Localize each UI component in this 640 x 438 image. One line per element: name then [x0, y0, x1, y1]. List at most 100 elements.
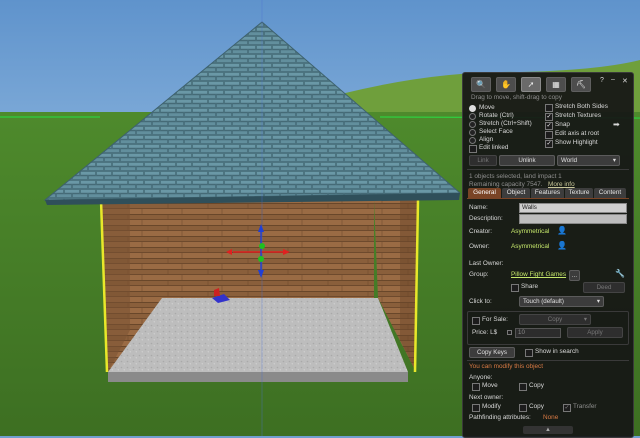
show-highlight-label: Show Highlight: [555, 139, 598, 146]
next-owner-label: Next owner:: [469, 394, 504, 401]
deed-button[interactable]: Deed: [583, 282, 625, 293]
arrow-move-icon: ➚: [527, 80, 535, 89]
mode-stretch-radio[interactable]: [469, 121, 476, 128]
sale-type-dropdown[interactable]: Copy ▾: [519, 314, 591, 325]
tab-content[interactable]: Content: [594, 188, 626, 198]
magnifier-icon: 🔍: [476, 80, 486, 89]
owner-label: Owner:: [469, 243, 490, 250]
tool-land[interactable]: ⛏: [571, 77, 591, 92]
more-info-link[interactable]: More info: [548, 181, 575, 188]
snap-checkbox[interactable]: ✓: [545, 122, 553, 130]
name-field[interactable]: Walls: [519, 203, 627, 213]
chevron-down-icon: ▾: [612, 157, 616, 164]
tab-features[interactable]: Features: [531, 188, 564, 198]
profile-icon[interactable]: 👤: [557, 241, 567, 250]
bulldozer-icon: ⛏: [575, 80, 587, 89]
mode-rotate-radio[interactable]: [469, 113, 476, 120]
pathfinding-label: Pathfinding attributes:: [469, 414, 531, 421]
profile-icon[interactable]: 👤: [557, 226, 567, 235]
close-button[interactable]: ✕: [622, 77, 628, 85]
sale-type-value: Copy: [547, 316, 563, 323]
name-label: Name:: [469, 204, 488, 211]
wrench-icon[interactable]: 🔧: [615, 269, 625, 278]
stretch-textures-checkbox[interactable]: ✓: [545, 113, 553, 121]
snap-label: Snap: [555, 121, 570, 128]
for-sale-checkbox[interactable]: [472, 317, 480, 325]
mode-select-face-label: Select Face: [479, 128, 513, 135]
description-label: Description:: [469, 215, 503, 222]
mode-move-label: Move: [479, 104, 495, 111]
click-action-value: Touch (default): [523, 298, 564, 305]
next-modify-checkbox[interactable]: [472, 404, 480, 412]
hint-text: Drag to move, shift-drag to copy: [471, 94, 562, 101]
tab-texture[interactable]: Texture: [565, 188, 593, 198]
chevron-down-icon: ▾: [583, 316, 587, 323]
owner-name[interactable]: Asymmetrical: [511, 243, 549, 250]
mode-align-radio[interactable]: [469, 137, 476, 144]
remaining-capacity: Remaining capacity 7547.: [469, 181, 543, 188]
apply-button[interactable]: Apply: [567, 327, 623, 338]
mode-move-radio[interactable]: [469, 105, 476, 112]
ruler-value: World: [561, 157, 578, 164]
modify-note: You can modify this object: [469, 363, 544, 370]
click-action-dropdown[interactable]: Touch (default) ▾: [519, 296, 604, 307]
anyone-move-checkbox[interactable]: [472, 383, 480, 391]
help-icon[interactable]: ?: [600, 77, 604, 84]
selection-status: 1 objects selected, land impact 1: [469, 173, 562, 180]
edit-axis-root-checkbox[interactable]: [545, 131, 553, 139]
minimize-button[interactable]: –: [611, 76, 615, 83]
tool-edit[interactable]: ➚: [521, 77, 541, 92]
mode-rotate-label: Rotate (Ctrl): [479, 112, 514, 119]
anyone-label: Anyone:: [469, 374, 493, 381]
last-owner-label: Last Owner:: [469, 260, 504, 267]
next-transfer-checkbox[interactable]: ✓: [563, 404, 571, 412]
hand-icon: ✋: [501, 80, 511, 89]
mode-align-label: Align: [479, 136, 494, 143]
copy-keys-button[interactable]: Copy Keys: [469, 347, 515, 358]
anyone-move-label: Move: [482, 382, 498, 389]
creator-label: Creator:: [469, 228, 493, 235]
edit-linked-checkbox[interactable]: [469, 145, 477, 153]
cube-create-icon: ▦: [552, 80, 560, 89]
tool-focus[interactable]: 🔍: [471, 77, 491, 92]
click-to-label: Click to:: [469, 298, 492, 305]
for-sale-label: For Sale:: [482, 316, 508, 323]
creator-name[interactable]: Asymmetrical: [511, 228, 549, 235]
price-field[interactable]: 10: [515, 328, 561, 338]
group-name[interactable]: Pillow Fight Games: [511, 271, 566, 278]
group-label: Group:: [469, 271, 489, 278]
share-checkbox[interactable]: [511, 284, 519, 292]
link-button[interactable]: Link: [469, 155, 497, 166]
build-floater[interactable]: 🔍 ✋ ➚ ▦ ⛏ ? – ✕ Drag to move, shift-drag…: [462, 72, 634, 438]
unlink-button[interactable]: Unlink: [499, 155, 555, 166]
ruler-dropdown[interactable]: World ▾: [557, 155, 620, 166]
show-highlight-checkbox[interactable]: ✓: [545, 140, 553, 148]
scroll-up-icon[interactable]: ▲: [523, 426, 573, 434]
tool-create[interactable]: ▦: [546, 77, 566, 92]
show-in-search-label: Show in search: [535, 348, 579, 355]
next-copy-label: Copy: [529, 403, 544, 410]
arrow-right-icon[interactable]: ➡: [613, 120, 620, 129]
chevron-down-icon: ▾: [596, 298, 600, 305]
spinner-icon[interactable]: [507, 330, 512, 335]
edit-axis-root-label: Edit axis at root: [555, 130, 600, 137]
next-transfer-label: Transfer: [573, 403, 597, 410]
tool-grab[interactable]: ✋: [496, 77, 516, 92]
stretch-both-sides-label: Stretch Both Sides: [555, 103, 608, 110]
group-select-button[interactable]: ...: [569, 270, 580, 281]
share-label: Share: [521, 283, 539, 290]
mode-select-face-radio[interactable]: [469, 129, 476, 136]
stretch-both-sides-checkbox[interactable]: [545, 104, 553, 112]
price-label: Price: L$: [472, 329, 498, 336]
show-in-search-checkbox[interactable]: [525, 349, 533, 357]
stretch-textures-label: Stretch Textures: [555, 112, 602, 119]
next-modify-label: Modify: [482, 403, 501, 410]
tab-general[interactable]: General: [468, 188, 501, 198]
anyone-copy-label: Copy: [529, 382, 544, 389]
anyone-copy-checkbox[interactable]: [519, 383, 527, 391]
description-field[interactable]: [519, 214, 627, 224]
pathfinding-value: None: [543, 414, 559, 421]
mode-stretch-label: Stretch (Ctrl+Shift): [479, 120, 532, 127]
tab-object[interactable]: Object: [502, 188, 530, 198]
next-copy-checkbox[interactable]: [519, 404, 527, 412]
